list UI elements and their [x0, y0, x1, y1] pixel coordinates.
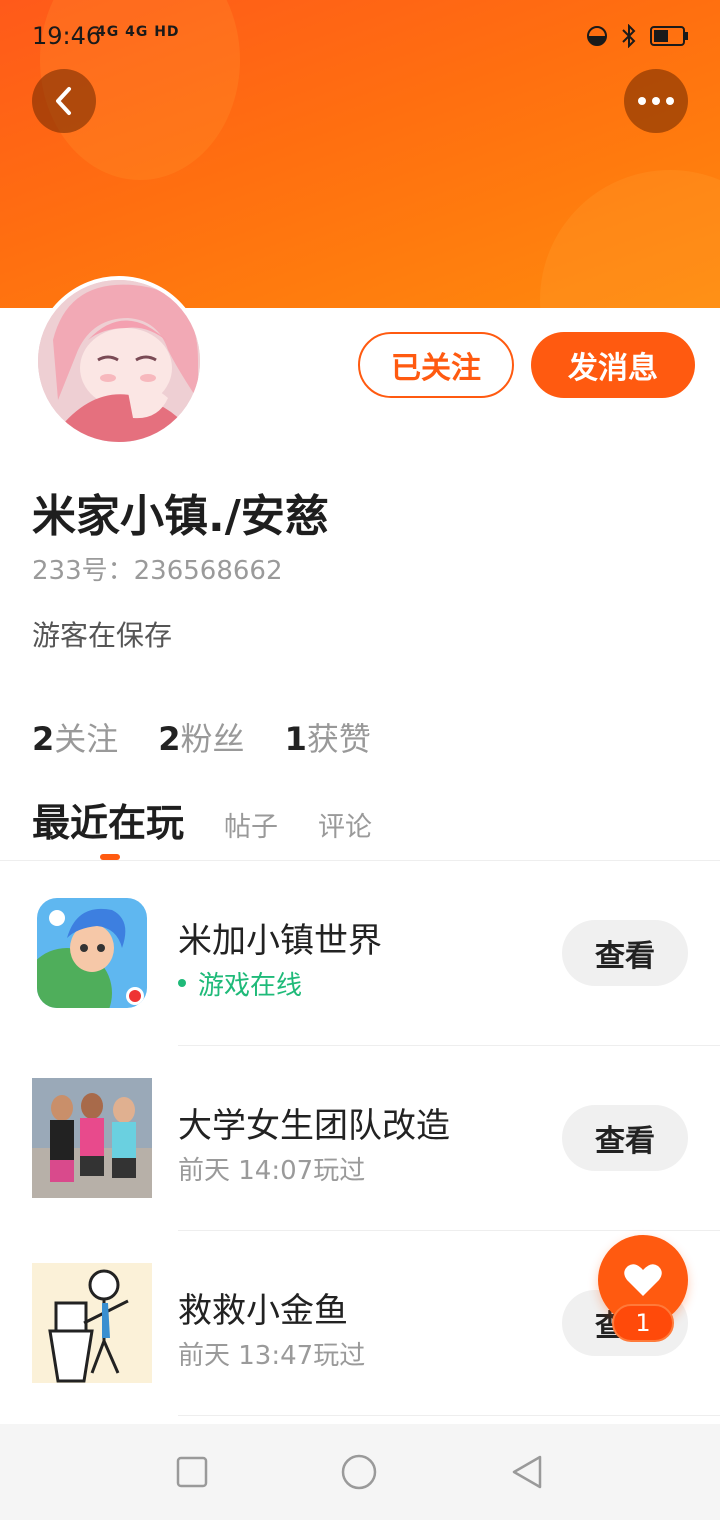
- game-title: 救救小金鱼: [178, 1291, 348, 1331]
- circle-nav-icon[interactable]: [340, 1453, 378, 1491]
- game-icon: [32, 1263, 152, 1383]
- profile-stats: 2关注 2粉丝 1获赞: [32, 714, 371, 760]
- profile-tabs: 最近在玩 帖子 评论: [32, 792, 372, 847]
- heart-icon: [624, 1264, 662, 1296]
- game-list-item[interactable]: 米加小镇世界 游戏在线 查看: [0, 861, 720, 1045]
- tab-posts[interactable]: 帖子: [224, 805, 278, 844]
- divider: [178, 1415, 720, 1416]
- system-navigation-bar: [0, 1424, 720, 1520]
- game-icon: [37, 898, 147, 1008]
- status-time: 19:46: [32, 22, 102, 50]
- game-icon: [32, 1078, 152, 1198]
- send-message-button[interactable]: 发消息: [531, 332, 695, 398]
- status-bar: 19:46 4G 4G HD: [0, 0, 720, 72]
- avatar[interactable]: [34, 276, 204, 446]
- tab-comments[interactable]: 评论: [318, 805, 372, 844]
- network-indicator: 4G 4G HD: [96, 24, 180, 40]
- game-status: 游戏在线: [198, 971, 303, 1001]
- online-dot: [178, 979, 186, 987]
- battery-icon: [650, 26, 688, 46]
- user-id: 233号：236568662: [32, 556, 283, 586]
- following-button[interactable]: 已关注: [358, 332, 514, 398]
- back-icon: [56, 87, 71, 115]
- more-button[interactable]: [624, 69, 688, 133]
- stat-followers[interactable]: 2粉丝: [158, 714, 244, 760]
- stat-label: 关注: [54, 720, 119, 758]
- banner-decor: [540, 170, 720, 308]
- view-game-button[interactable]: 查看: [562, 920, 688, 986]
- bluetooth-icon: [622, 24, 636, 48]
- game-title: 米加小镇世界: [178, 921, 382, 961]
- more-icon: [638, 97, 674, 105]
- username: 米家小镇./安慈: [32, 491, 329, 542]
- stat-label: 粉丝: [180, 720, 245, 758]
- like-count-badge: 1: [612, 1304, 674, 1342]
- game-title: 大学女生团队改造: [178, 1106, 450, 1146]
- stat-label: 获赞: [306, 720, 371, 758]
- status-icons: [586, 24, 690, 48]
- game-last-played: 前天 14:07玩过: [178, 1156, 366, 1186]
- stat-number: 2: [32, 720, 55, 758]
- tab-recently-played[interactable]: 最近在玩: [32, 792, 184, 847]
- triangle-back-nav-icon[interactable]: [510, 1454, 544, 1490]
- view-game-button[interactable]: 查看: [562, 1105, 688, 1171]
- stat-likes[interactable]: 1获赞: [285, 714, 371, 760]
- game-list-item[interactable]: 大学女生团队改造 前天 14:07玩过 查看: [0, 1046, 720, 1230]
- back-button[interactable]: [32, 69, 96, 133]
- stat-number: 1: [284, 720, 307, 758]
- user-bio: 游客在保存: [32, 619, 173, 652]
- stat-following[interactable]: 2关注: [32, 714, 118, 760]
- stat-number: 2: [158, 720, 181, 758]
- dnd-icon: [587, 26, 607, 46]
- square-nav-icon[interactable]: [176, 1456, 208, 1488]
- game-last-played: 前天 13:47玩过: [178, 1341, 366, 1371]
